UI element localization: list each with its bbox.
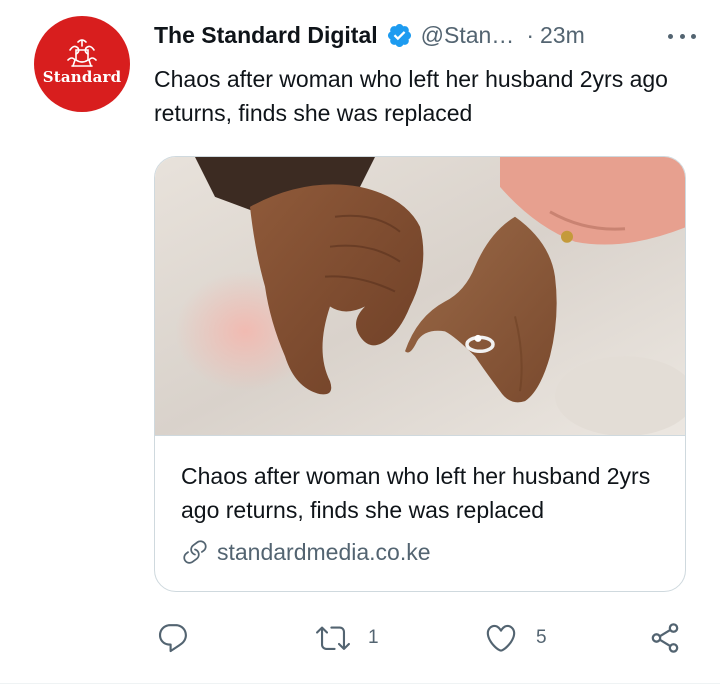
retweet-button[interactable]: 1 [316,615,379,661]
separator-dot: · [526,21,534,48]
timestamp[interactable]: 23m [540,22,585,49]
tweet-header: The Standard Digital @Stan… · 23m [154,18,700,52]
share-icon [651,623,679,653]
like-button[interactable]: 5 [484,615,547,661]
share-button[interactable] [648,615,682,661]
retweet-icon [316,626,350,650]
card-domain[interactable]: standardmedia.co.ke [217,539,431,566]
reply-icon [158,624,187,653]
action-bar: 1 5 [154,615,694,661]
card-image[interactable] [155,157,686,436]
retweet-count: 1 [368,627,379,648]
crest-logo [67,39,97,67]
divider [0,683,720,684]
handle[interactable]: @Stan… [421,22,515,49]
more-icon[interactable] [664,24,700,48]
link-card[interactable]: Chaos after woman who left her husband 2… [154,156,686,592]
card-link[interactable]: standardmedia.co.ke [181,535,431,569]
like-icon [486,624,516,652]
avatar[interactable]: Standard [34,16,130,112]
card-title[interactable]: Chaos after woman who left her husband 2… [181,459,671,527]
reply-button[interactable] [156,615,208,661]
avatar-logo-text: Standard [42,68,122,86]
display-name[interactable]: The Standard Digital [154,22,378,49]
like-count: 5 [536,627,547,648]
tweet-text: Chaos after woman who left her husband 2… [154,66,668,126]
tweet[interactable]: Standard The Standard Digital @Stan… · 2… [0,0,720,687]
verified-badge-icon [387,23,411,47]
link-icon [183,540,207,564]
